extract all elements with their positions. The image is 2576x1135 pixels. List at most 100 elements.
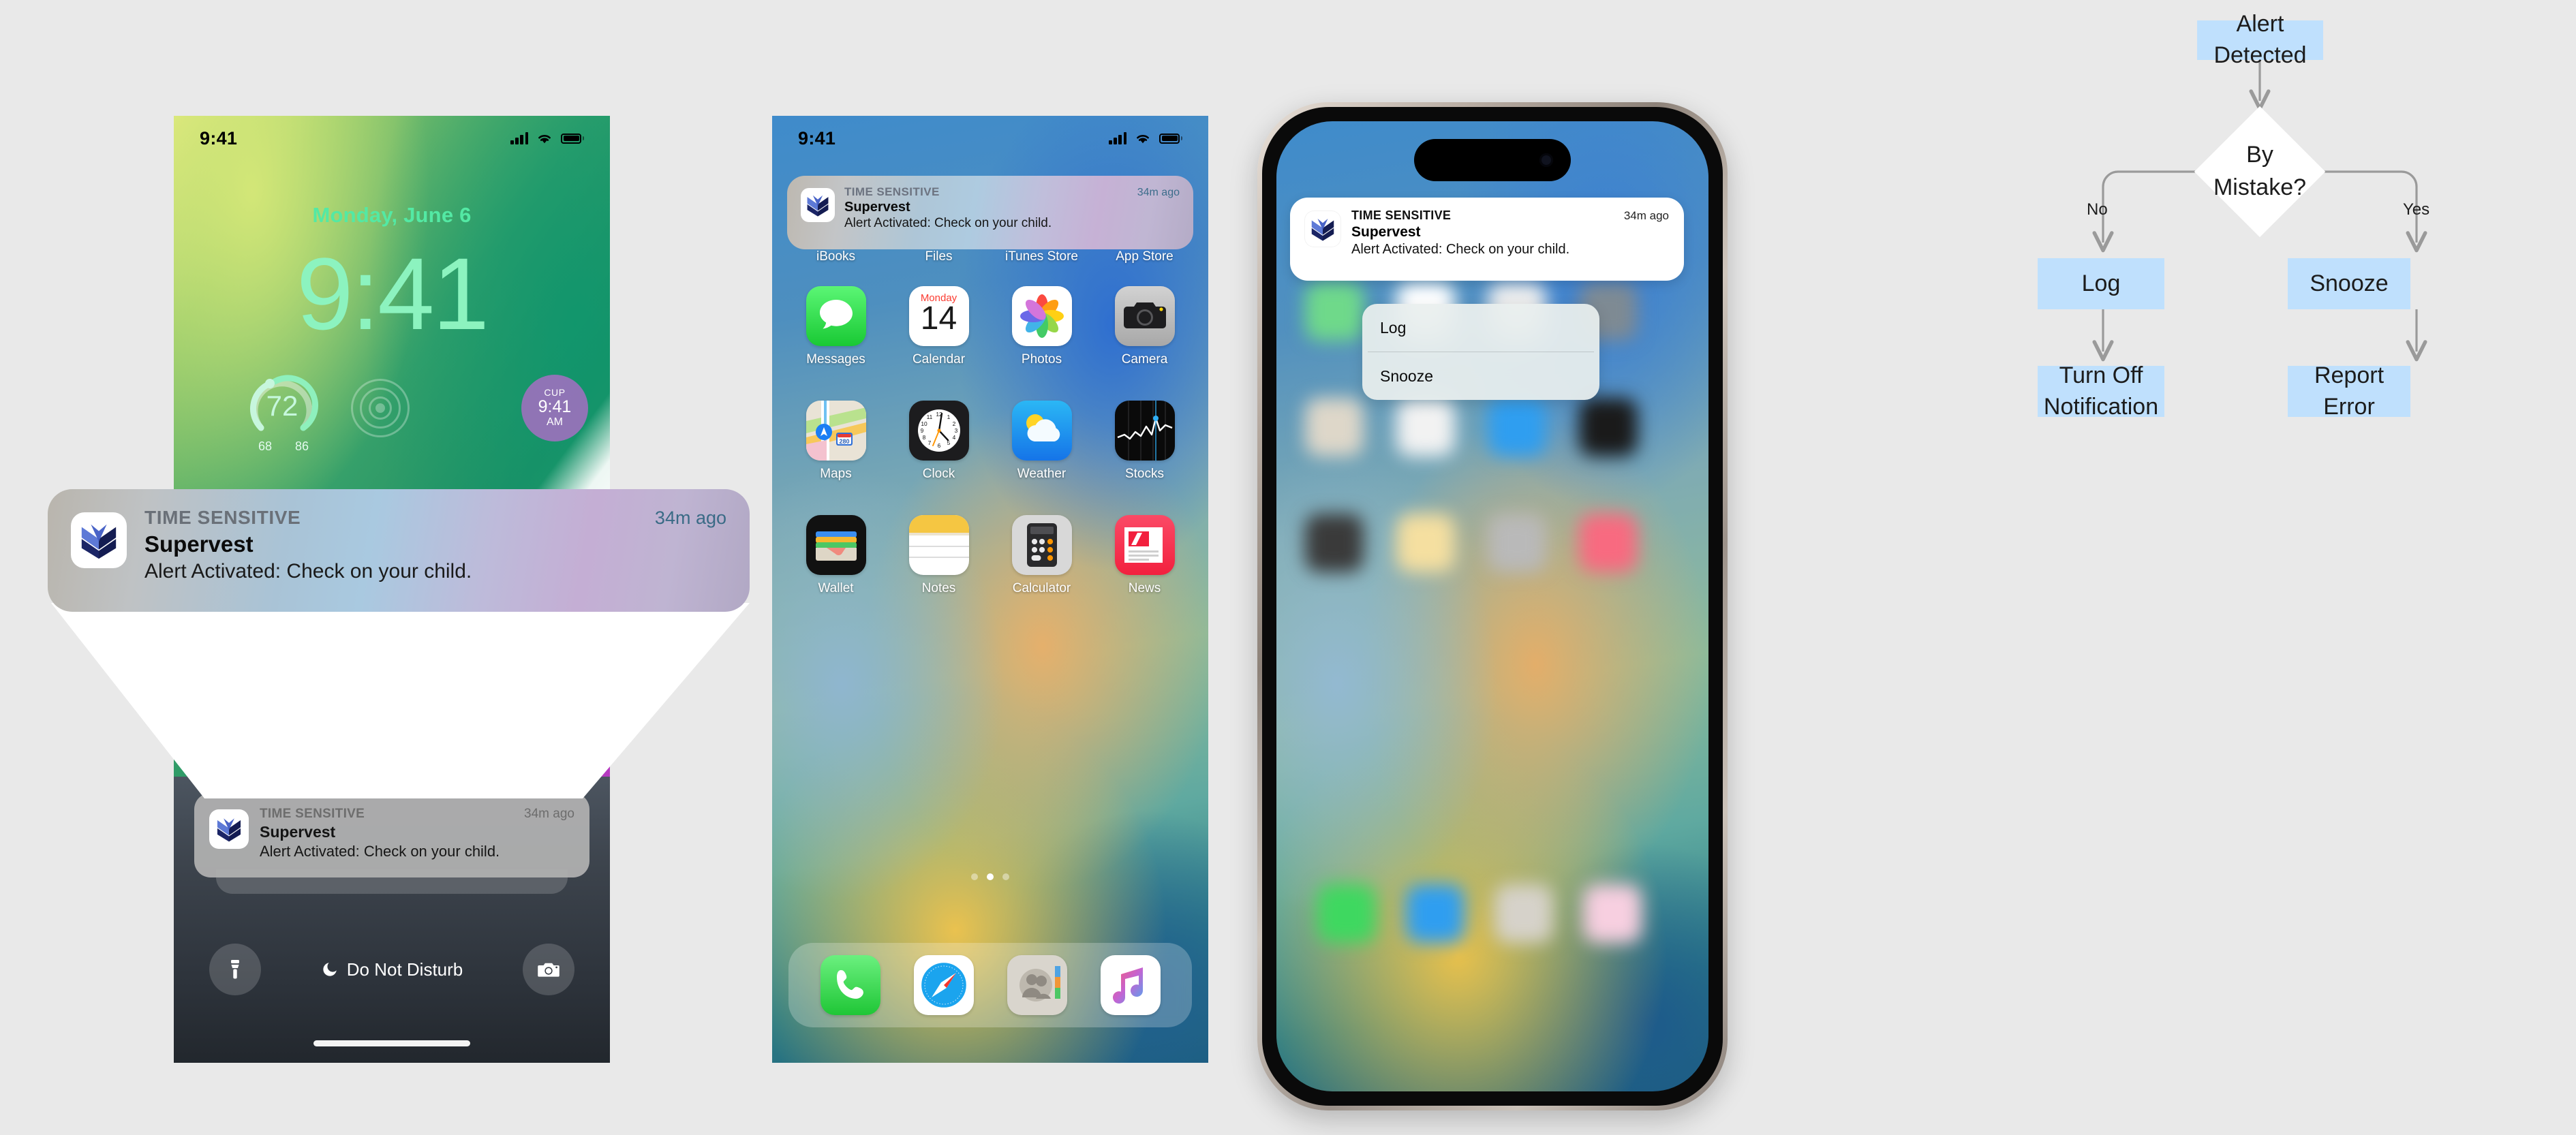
world-clock-time: 9:41 [538,397,572,417]
calendar-icon: Monday 14 [908,286,969,346]
flow-node-label-line1: By [2246,142,2273,168]
hidden-app-row-labels: iBooks Files iTunes Store App Store [772,249,1208,264]
weather-icon [1011,401,1072,461]
svg-text:6: 6 [937,442,940,449]
menu-notification-banner[interactable]: TIME SENSITIVE 34m ago Supervest Alert A… [1290,198,1684,281]
app-calendar[interactable]: Monday 14 Calendar [902,286,976,367]
page-indicator-dots[interactable] [772,873,1208,880]
world-clock-ampm: AM [547,416,563,429]
app-label: Weather [1017,467,1067,481]
app-stocks[interactable]: Stocks [1108,401,1182,482]
app-wallet[interactable]: Wallet [799,515,873,596]
phone-icon[interactable] [820,955,880,1015]
photos-icon [1011,286,1072,346]
app-news[interactable]: News [1108,515,1182,596]
lock-clock: 9:41 [296,236,489,351]
notification-message: Alert Activated: Check on your child. [260,843,500,860]
home-dock [788,943,1192,1027]
app-calculator[interactable]: Calculator [1005,515,1079,596]
calculator-icon [1011,515,1072,575]
supervest-butterfly-icon [71,512,127,568]
app-label: Maps [820,467,852,481]
app-label: Photos [1021,352,1062,367]
wifi-icon [1137,135,1149,144]
world-clock-widget[interactable]: CUP 9:41 AM [521,375,588,441]
flow-node-log[interactable]: Log [2038,258,2164,309]
flow-node-turn-off-notification[interactable]: Turn Off Notification [2038,362,2164,420]
maps-icon: 280 [806,401,866,461]
calendar-day-number: 14 [920,300,957,337]
safari-compass-icon[interactable] [913,955,974,1015]
temperature-high: 86 [294,439,309,453]
svg-text:11: 11 [926,414,932,420]
home-screen-wallpaper: 9:41 iBooks Files iTunes Store App Store… [772,116,1208,1063]
supervest-butterfly-icon [209,809,249,849]
flow-edge-label-no: No [2087,200,2108,219]
notification-app-name: Supervest [1351,224,1421,240]
do-not-disturb-status: Do Not Disturb [321,959,463,980]
signal-icon [1109,132,1126,144]
lock-controls-row: Do Not Disturb [174,939,610,1000]
app-label-files: Files [925,249,953,264]
app-label: Camera [1121,352,1168,367]
activity-rings-widget[interactable] [351,379,410,437]
camera-button[interactable] [523,944,575,995]
svg-text:280: 280 [839,438,849,445]
notes-icon [908,515,969,575]
status-time: 9:41 [200,127,238,149]
home-screen-phone: 9:41 iBooks Files iTunes Store App Store… [772,116,1208,1063]
music-note-icon[interactable] [1100,955,1161,1015]
svg-text:1: 1 [947,414,950,420]
decision-flowchart: Alert Detected By Mistake? No Yes Log Sn… [1772,0,2576,1135]
lock-widget-row: 72 68 86 CUP 9:41 AM [174,368,610,453]
flow-edge-label-yes: Yes [2403,200,2430,219]
app-weather[interactable]: Weather [1005,401,1079,482]
signal-icon [510,132,528,144]
flow-node-label-line2: Mistake? [2213,174,2307,200]
home-status-bar: 9:41 [772,121,1208,155]
app-camera[interactable]: Camera [1108,286,1182,367]
app-clock[interactable]: 12 1 2 345 678 9 10 11 Clock [902,401,976,482]
flowchart-connectors [2092,59,2427,362]
lock-screen-bottom-sheet: TIME SENSITIVE 34m ago Supervest Alert A… [174,777,610,1063]
notification-kicker: TIME SENSITIVE [144,507,301,528]
flow-node-snooze[interactable]: Snooze [2288,258,2410,309]
app-label: Calculator [1012,581,1071,595]
menu-item-log[interactable]: Log [1362,304,1599,352]
home-notification-banner[interactable]: TIME SENSITIVE 34m ago Supervest Alert A… [787,176,1193,249]
app-maps[interactable]: 280 Maps [799,401,873,482]
enlarged-notification-banner[interactable]: TIME SENSITIVE 34m ago Supervest Alert A… [48,489,750,612]
notification-kicker: TIME SENSITIVE [260,807,365,821]
stocks-icon [1114,401,1175,461]
temperature-gauge-widget[interactable]: 72 68 86 [245,371,320,453]
svg-text:12: 12 [936,411,942,418]
menu-item-snooze[interactable]: Snooze [1362,352,1599,400]
notification-app-name: Supervest [260,823,336,841]
svg-text:3: 3 [954,427,957,434]
supervest-butterfly-icon [1305,211,1340,247]
action-menu-phone: TIME SENSITIVE 34m ago Supervest Alert A… [1257,102,1728,1110]
camera-icon [538,963,560,977]
do-not-disturb-label: Do Not Disturb [346,959,463,980]
flashlight-button[interactable] [209,944,261,995]
flow-node-alert-detected[interactable]: Alert Detected [2197,11,2323,68]
lock-notification-banner[interactable]: TIME SENSITIVE 34m ago Supervest Alert A… [194,793,589,877]
app-photos[interactable]: Photos [1005,286,1079,367]
svg-text:4: 4 [952,434,955,441]
app-label-app-store: App Store [1116,249,1174,264]
battery-icon [561,133,584,144]
notification-time: 34m ago [1137,187,1180,198]
app-row-2: 280 Maps 12 1 2 3 4 5 6 7 8 9 10 11 Cloc… [772,401,1208,482]
clock-icon: 12 1 2 345 678 9 10 11 [908,401,969,461]
supervest-butterfly-icon [801,188,835,222]
app-notes[interactable]: Notes [902,515,976,596]
flow-node-report-error[interactable]: Report Error [2288,362,2410,420]
app-messages[interactable]: Messages [799,286,873,367]
notification-time: 34m ago [654,508,726,528]
notification-time: 34m ago [1623,209,1669,222]
contacts-icon[interactable] [1007,955,1067,1015]
app-row-3: Wallet Notes Calculator News [772,515,1208,596]
world-clock-city: CUP [544,387,566,399]
flow-node-label-line1: Turn Off [2059,362,2143,388]
svg-text:10: 10 [921,420,927,427]
